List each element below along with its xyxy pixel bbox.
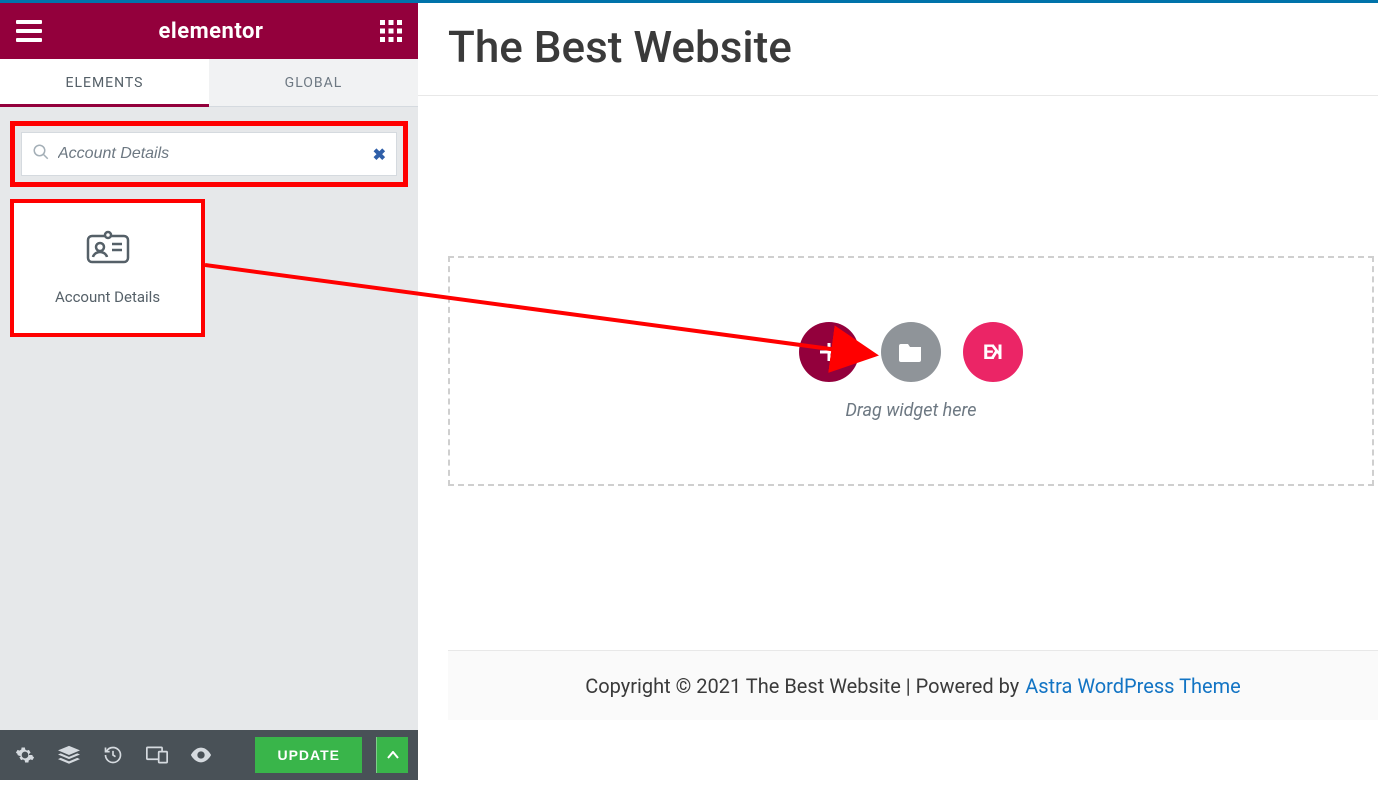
ek-k-glyph: K xyxy=(992,340,1003,364)
dropzone-hint: Drag widget here xyxy=(845,400,976,421)
hamburger-icon[interactable] xyxy=(16,20,42,42)
elementskit-button[interactable]: EK xyxy=(963,322,1023,382)
update-options-caret[interactable] xyxy=(376,737,408,773)
footer-theme-link[interactable]: Astra WordPress Theme xyxy=(1025,674,1241,698)
tab-elements[interactable]: ELEMENTS xyxy=(0,59,209,106)
settings-icon[interactable] xyxy=(10,740,40,770)
elementor-panel: elementor ELEMENTS GLOBAL ✖ xyxy=(0,3,418,730)
footer-text: Copyright © 2021 The Best Website | Powe… xyxy=(585,674,1019,698)
panel-header: elementor xyxy=(0,3,418,59)
clear-search-icon[interactable]: ✖ xyxy=(373,145,386,164)
preview-icon[interactable] xyxy=(186,740,216,770)
widget-result-highlight: Account Details xyxy=(10,199,205,337)
page-title: The Best Website xyxy=(448,21,1378,73)
widget-account-details[interactable]: Account Details xyxy=(14,203,201,333)
elementor-logo: elementor xyxy=(159,19,264,44)
panel-tabs: ELEMENTS GLOBAL xyxy=(0,59,418,107)
title-separator xyxy=(418,95,1378,96)
add-template-button[interactable] xyxy=(881,322,941,382)
add-section-button[interactable] xyxy=(799,322,859,382)
apps-grid-icon[interactable] xyxy=(380,20,402,42)
empty-section-dropzone[interactable]: EK Drag widget here xyxy=(448,256,1374,486)
widget-label: Account Details xyxy=(55,288,160,306)
widget-search[interactable]: ✖ xyxy=(21,132,397,176)
update-button[interactable]: UPDATE xyxy=(255,737,362,773)
dropzone-buttons: EK xyxy=(799,322,1023,382)
responsive-icon[interactable] xyxy=(142,740,172,770)
tab-global[interactable]: GLOBAL xyxy=(209,59,418,106)
navigator-icon[interactable] xyxy=(54,740,84,770)
site-footer: Copyright © 2021 The Best Website | Powe… xyxy=(448,650,1378,720)
history-icon[interactable] xyxy=(98,740,128,770)
search-icon xyxy=(32,143,50,165)
window-top-accent xyxy=(0,0,1378,3)
id-card-icon xyxy=(86,230,130,270)
search-input[interactable] xyxy=(58,145,365,163)
panel-footer: UPDATE xyxy=(0,730,418,780)
search-highlight-box: ✖ xyxy=(10,121,408,187)
